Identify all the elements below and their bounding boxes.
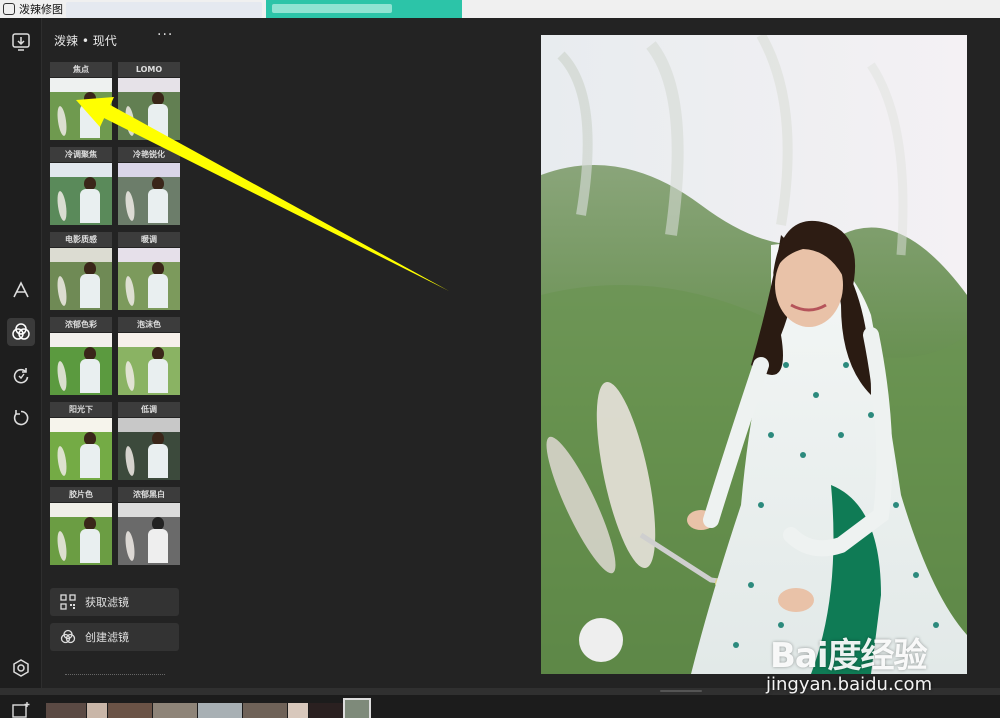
filter-tile[interactable]: 浓郁黑白 (118, 487, 180, 567)
filter-label: 泡沫色 (118, 317, 180, 332)
photo-preview[interactable] (541, 35, 967, 674)
create-filter-label: 创建滤镜 (85, 631, 129, 644)
filter-thumbnail (118, 248, 180, 310)
filter-thumbnail (118, 418, 180, 480)
filter-thumbnail (50, 248, 112, 310)
text-icon (13, 281, 29, 298)
filter-label: 胶片色 (50, 487, 112, 502)
filter-thumbnail (50, 78, 112, 140)
undo-button[interactable] (7, 404, 35, 432)
get-filters-label: 获取滤镜 (85, 596, 129, 609)
text-tool-button[interactable] (7, 276, 35, 304)
filmstrip-resize-handle[interactable] (660, 690, 702, 692)
filter-icon (12, 323, 30, 340)
watermark-url: jingyan.baidu.com (766, 674, 933, 695)
filter-label: 浓郁色彩 (50, 317, 112, 332)
get-filters-button[interactable]: 获取滤镜 (50, 588, 179, 616)
filter-thumbnail (50, 503, 112, 565)
filter-tile[interactable]: 阳光下 (50, 402, 112, 482)
qr-code-icon (60, 594, 76, 610)
filter-label: 暖调 (118, 232, 180, 247)
filter-thumbnail (118, 163, 180, 225)
filter-panel: 泼辣 • 现代 ··· 焦点 LOMO 冷调聚焦 冷艳锐化电影质感 暖调浓郁色彩 泡沫色阳… (43, 18, 186, 688)
filter-tile[interactable]: 电影质感 (50, 232, 112, 312)
filter-thumbnail (118, 333, 180, 395)
film-thumbnail[interactable] (309, 703, 343, 718)
app-window: 泼辣修图 泼辣 • 现代 ··· 焦点 LOMO 冷调聚焦 冷艳锐化电影质感 暖调浓郁色… (0, 0, 1000, 718)
more-options-button[interactable]: ··· (157, 27, 173, 43)
filter-tile[interactable]: 胶片色 (50, 487, 112, 567)
filter-label: 冷调聚焦 (50, 147, 112, 162)
film-thumbnail[interactable] (153, 703, 197, 718)
filter-tile[interactable]: 冷调聚焦 (50, 147, 112, 227)
film-thumbnail[interactable] (108, 703, 152, 718)
filter-tile[interactable]: LOMO (118, 62, 180, 142)
filter-tile[interactable]: 低调 (118, 402, 180, 482)
left-toolbar (0, 18, 42, 688)
film-thumbnail[interactable] (243, 703, 287, 718)
filter-tile[interactable]: 泡沫色 (118, 317, 180, 397)
export-button[interactable] (7, 28, 35, 56)
add-image-icon[interactable] (12, 702, 30, 718)
film-thumbnail[interactable] (288, 703, 308, 718)
filter-tile[interactable]: 冷艳锐化 (118, 147, 180, 227)
filter-tile[interactable]: 浓郁色彩 (50, 317, 112, 397)
background-window-tab[interactable] (66, 2, 262, 18)
filter-label: 浓郁黑白 (118, 487, 180, 502)
filter-label: 电影质感 (50, 232, 112, 247)
filter-thumbnail (50, 163, 112, 225)
filter-tile[interactable]: 暖调 (118, 232, 180, 312)
filter-thumbnail (50, 333, 112, 395)
window-title: 泼辣修图 (19, 3, 63, 16)
film-thumbnail[interactable] (198, 703, 242, 718)
divider (65, 674, 165, 675)
settings-icon (13, 659, 29, 677)
film-thumbnail[interactable] (46, 703, 86, 718)
filter-thumbnail (118, 78, 180, 140)
filter-icon (60, 629, 76, 644)
undo-icon (13, 410, 29, 426)
filter-tile[interactable]: 焦点 (50, 62, 112, 142)
film-thumbnail[interactable] (87, 703, 107, 718)
filter-thumbnail (50, 418, 112, 480)
filter-label: 焦点 (50, 62, 112, 77)
film-thumbnail-selected[interactable] (343, 698, 371, 718)
filter-label: 低调 (118, 402, 180, 417)
filter-tool-button[interactable] (7, 318, 35, 346)
filter-label: 冷艳锐化 (118, 147, 180, 162)
filter-thumbnail (118, 503, 180, 565)
background-window-tab-label (272, 4, 392, 13)
filter-label: 阳光下 (50, 402, 112, 417)
baidu-watermark-logo: Bai度经验 (770, 636, 928, 676)
app-icon (3, 3, 15, 15)
redo-button[interactable] (7, 362, 35, 390)
refresh-icon (13, 368, 29, 384)
filter-label: LOMO (118, 62, 180, 77)
panel-title: 泼辣 • 现代 (54, 34, 117, 48)
settings-button[interactable] (7, 654, 35, 682)
create-filter-button[interactable]: 创建滤镜 (50, 623, 179, 651)
download-icon (12, 33, 30, 51)
